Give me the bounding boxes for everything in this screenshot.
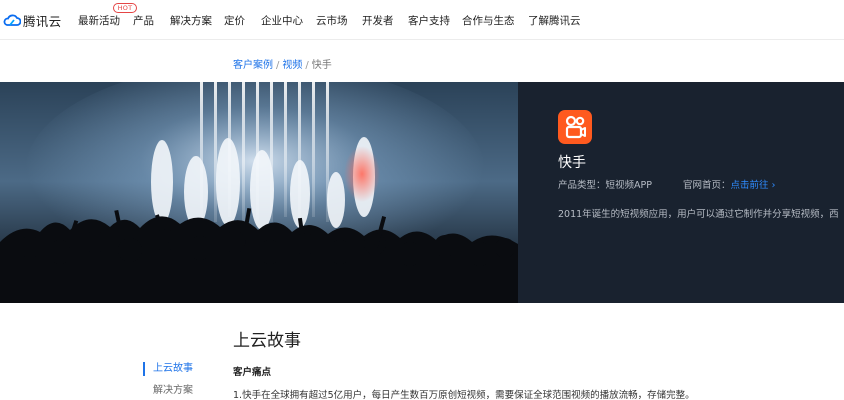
nav-item-market[interactable]: 云市场: [316, 13, 348, 28]
nav-item-about[interactable]: 了解腾讯云: [528, 13, 581, 28]
breadcrumb-separator: /: [276, 60, 280, 71]
section-title: 上云故事: [233, 331, 301, 351]
kuaishou-app-icon: [558, 110, 592, 144]
breadcrumb-current: 快手: [311, 60, 332, 71]
app-name: 快手: [558, 155, 586, 171]
concert-photo: [0, 82, 518, 303]
breadcrumb-video[interactable]: 视频: [282, 60, 302, 71]
website-link-text: 点击前往: [730, 180, 769, 191]
app-description: 2011年诞生的短视频应用，用户可以通过它制作并分享短视频，西: [558, 209, 839, 220]
tencent-cloud-logo[interactable]: 腾讯云: [3, 11, 61, 29]
nav-item-enterprise[interactable]: 企业中心: [261, 13, 303, 28]
logo-text: 腾讯云: [23, 13, 62, 29]
sidebar-item-story[interactable]: 上云故事: [143, 362, 193, 376]
sidebar-item-solution[interactable]: 解决方案: [143, 384, 193, 398]
nav-item-solutions[interactable]: 解决方案: [170, 13, 212, 28]
pain-points-heading: 客户痛点: [233, 367, 272, 378]
breadcrumb-customer-cases[interactable]: 客户案例: [233, 60, 273, 71]
top-nav: 腾讯云 最新活动 HOT 产品 解决方案 定价 企业中心 云市场 开发者 客户支…: [0, 0, 844, 40]
app-info-panel: 快手 产品类型：短视频APP 官网首页：点击前往 › 2011年诞生的短视频应用…: [518, 82, 844, 303]
nav-item-partners[interactable]: 合作与生态: [462, 13, 515, 28]
product-type-value: 短视频APP: [605, 180, 652, 191]
pain-point-paragraph: 1.快手在全球拥有超过5亿用户，每日产生数百万原创短视频，需要保证全球范围视频的…: [233, 390, 695, 400]
cloud-logo-icon: [3, 14, 21, 26]
nav-item-support[interactable]: 客户支持: [408, 13, 450, 28]
nav-item-pricing[interactable]: 定价: [224, 13, 245, 28]
concert-image: [0, 82, 518, 303]
product-type: 产品类型：短视频APP: [558, 177, 652, 191]
nav-item-latest[interactable]: 最新活动: [78, 13, 120, 28]
nav-item-developer[interactable]: 开发者: [362, 13, 394, 28]
nav-item-products[interactable]: 产品: [133, 13, 154, 28]
chevron-right-icon: ›: [771, 180, 776, 191]
website-label: 官网首页：: [683, 180, 731, 191]
video-camera-icon: [565, 115, 586, 139]
case-hero: 快手 产品类型：短视频APP 官网首页：点击前往 › 2011年诞生的短视频应用…: [0, 82, 844, 303]
hot-badge: HOT: [113, 3, 137, 13]
breadcrumb: 客户案例 / 视频 / 快手: [233, 56, 332, 71]
breadcrumb-separator: /: [305, 60, 309, 71]
website-link[interactable]: 点击前往 ›: [731, 180, 776, 191]
product-type-label: 产品类型：: [558, 180, 606, 191]
website: 官网首页：点击前往 ›: [683, 177, 775, 191]
